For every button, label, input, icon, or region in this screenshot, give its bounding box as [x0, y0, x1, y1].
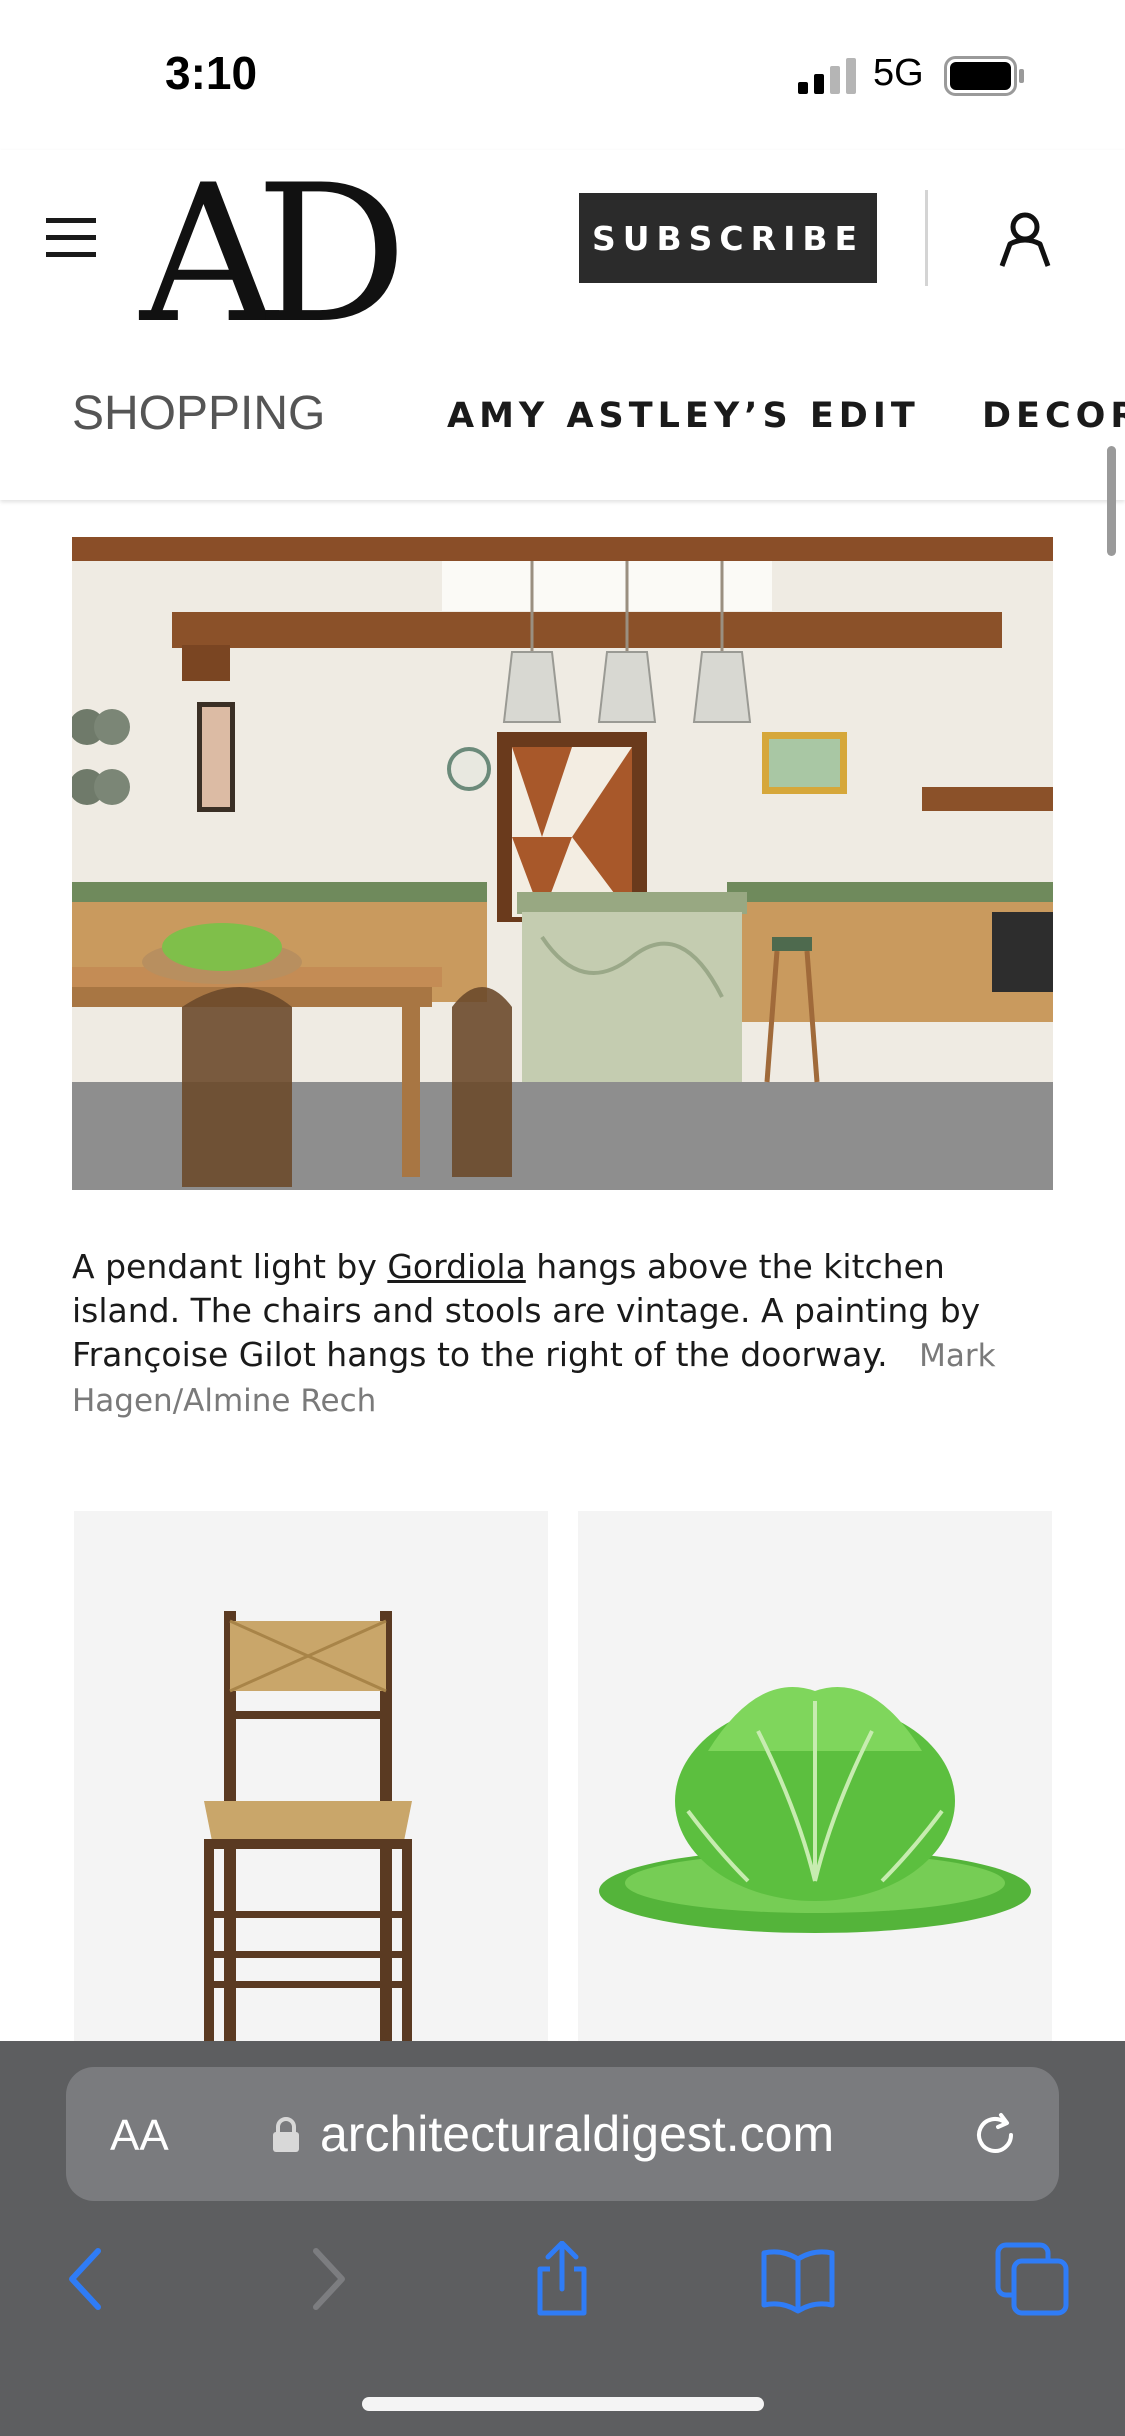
gordiola-link[interactable]: Gordiola: [387, 1247, 525, 1286]
forward-icon[interactable]: [290, 2241, 366, 2317]
image-caption: A pendant light by Gordiola hangs above …: [72, 1245, 1057, 1423]
aa-label: AA: [110, 2111, 169, 2160]
nav-amy-astleys-edit[interactable]: AMY ASTLEY’S EDIT: [447, 396, 920, 436]
reader-settings-button[interactable]: AA: [110, 2111, 169, 2161]
address-bar[interactable]: AA architecturaldigest.com: [66, 2067, 1059, 2201]
reload-icon[interactable]: [967, 2107, 1023, 2163]
cellular-signal-icon: [798, 58, 856, 94]
cabbage-tureen-image: [599, 1687, 1031, 1933]
battery-icon: [944, 56, 1024, 96]
status-bar: 3:10 5G: [0, 0, 1125, 150]
tabs-icon[interactable]: [994, 2241, 1070, 2317]
account-icon[interactable]: [996, 210, 1054, 268]
kitchen-photo: [72, 537, 1053, 1190]
home-indicator[interactable]: [362, 2397, 764, 2411]
bookmarks-icon[interactable]: [760, 2241, 836, 2317]
scroll-indicator[interactable]: [1107, 446, 1116, 556]
subscribe-button[interactable]: SUBSCRIBE: [579, 193, 877, 283]
header-divider: [925, 190, 928, 286]
product-card-cabbage-tureen[interactable]: [578, 1511, 1052, 2041]
site-header: AD SUBSCRIBE SHOPPING AMY ASTLEY’S EDIT …: [0, 150, 1125, 500]
url-text[interactable]: architecturaldigest.com: [320, 2105, 834, 2163]
browser-toolbar: AA architecturaldigest.com: [0, 2041, 1125, 2436]
network-type: 5G: [873, 52, 924, 94]
product-card-rush-chair[interactable]: [74, 1511, 548, 2041]
nav-decor[interactable]: DECOR: [982, 396, 1125, 436]
back-icon[interactable]: [48, 2241, 124, 2317]
hamburger-menu-icon[interactable]: [46, 216, 98, 260]
status-time: 3:10: [165, 47, 258, 99]
section-nav: SHOPPING AMY ASTLEY’S EDIT DECOR: [0, 372, 1125, 462]
lock-icon: [273, 2117, 299, 2152]
rush-chair-image: [204, 1611, 412, 2041]
caption-text: A pendant light by: [72, 1247, 388, 1286]
share-icon[interactable]: [524, 2241, 600, 2317]
nav-shopping[interactable]: SHOPPING: [72, 386, 325, 441]
ad-logo[interactable]: AD: [140, 160, 408, 350]
